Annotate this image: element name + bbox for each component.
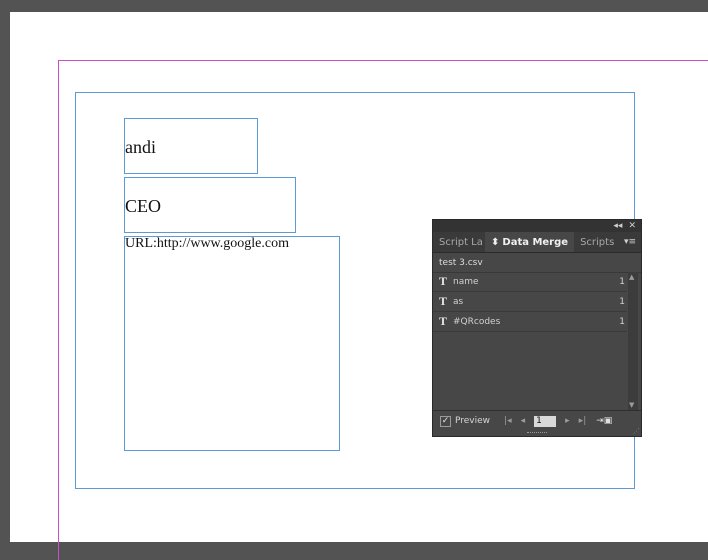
name-text-frame[interactable]: andi (124, 118, 258, 174)
collapse-icon[interactable]: ◂◂ (613, 221, 622, 231)
data-merge-panel[interactable]: ◂◂ ✕ Script La ⬍ Data Merge Scripts ▾≡ t… (432, 219, 642, 437)
text-field-icon: T (439, 314, 448, 328)
field-list-scrollbar[interactable]: ▲ ▼ (628, 272, 638, 410)
panel-title-bar[interactable]: ◂◂ ✕ (433, 220, 641, 232)
data-source-file: test 3.csv (433, 253, 641, 273)
title-text-frame[interactable]: CEO (124, 177, 296, 233)
field-name: #QRcodes (453, 316, 501, 327)
last-record-icon[interactable]: ▸| (579, 416, 587, 426)
preview-label: Preview (455, 416, 491, 426)
list-item[interactable]: T as 1 (433, 292, 627, 312)
field-name: name (453, 276, 479, 287)
tab-script-label[interactable]: Script La (433, 232, 485, 252)
panel-footer: ✓ Preview |◂ ◂ 1 ▸ ▸| ⇥▣ (433, 410, 641, 431)
title-text: CEO (125, 196, 161, 216)
close-icon[interactable]: ✕ (628, 221, 636, 231)
panel-tabs: Script La ⬍ Data Merge Scripts ▾≡ (433, 232, 641, 253)
scroll-up-icon[interactable]: ▲ (629, 273, 634, 281)
panel-resize-grip[interactable] (527, 432, 547, 436)
list-item[interactable]: T #QRcodes 1 (433, 312, 627, 332)
text-field-icon: T (439, 294, 448, 308)
list-item[interactable]: T name 1 (433, 272, 627, 292)
text-field-icon: T (439, 274, 448, 288)
tab-data-merge-label: Data Merge (502, 236, 569, 248)
previous-record-icon[interactable]: ◂ (521, 416, 526, 426)
tab-data-merge[interactable]: ⬍ Data Merge (485, 232, 575, 252)
tab-grip-icon: ⬍ (491, 236, 500, 248)
scroll-down-icon[interactable]: ▼ (629, 401, 634, 409)
resize-corner-icon[interactable]: ⋰ (633, 427, 640, 435)
preview-checkbox[interactable]: ✓ (440, 415, 451, 427)
field-count: 1 (619, 296, 625, 307)
url-text: URL:http://www.google.com (125, 236, 289, 251)
tab-scripts[interactable]: Scripts (574, 232, 620, 252)
field-count: 1 (619, 316, 625, 327)
create-merged-document-icon[interactable]: ⇥▣ (596, 416, 612, 426)
field-name: as (453, 296, 464, 307)
field-count: 1 (619, 276, 625, 287)
field-list: T name 1 T as 1 T #QRcodes 1 (433, 272, 627, 410)
next-record-icon[interactable]: ▸ (565, 416, 570, 426)
record-number-field[interactable]: 1 (534, 415, 557, 427)
panel-menu-icon[interactable]: ▾≡ (624, 232, 641, 252)
first-record-icon[interactable]: |◂ (504, 416, 512, 426)
record-navigation: |◂ ◂ 1 ▸ ▸| (504, 415, 587, 427)
url-text-frame[interactable]: URL:http://www.google.com (124, 236, 340, 451)
name-text: andi (125, 137, 156, 157)
